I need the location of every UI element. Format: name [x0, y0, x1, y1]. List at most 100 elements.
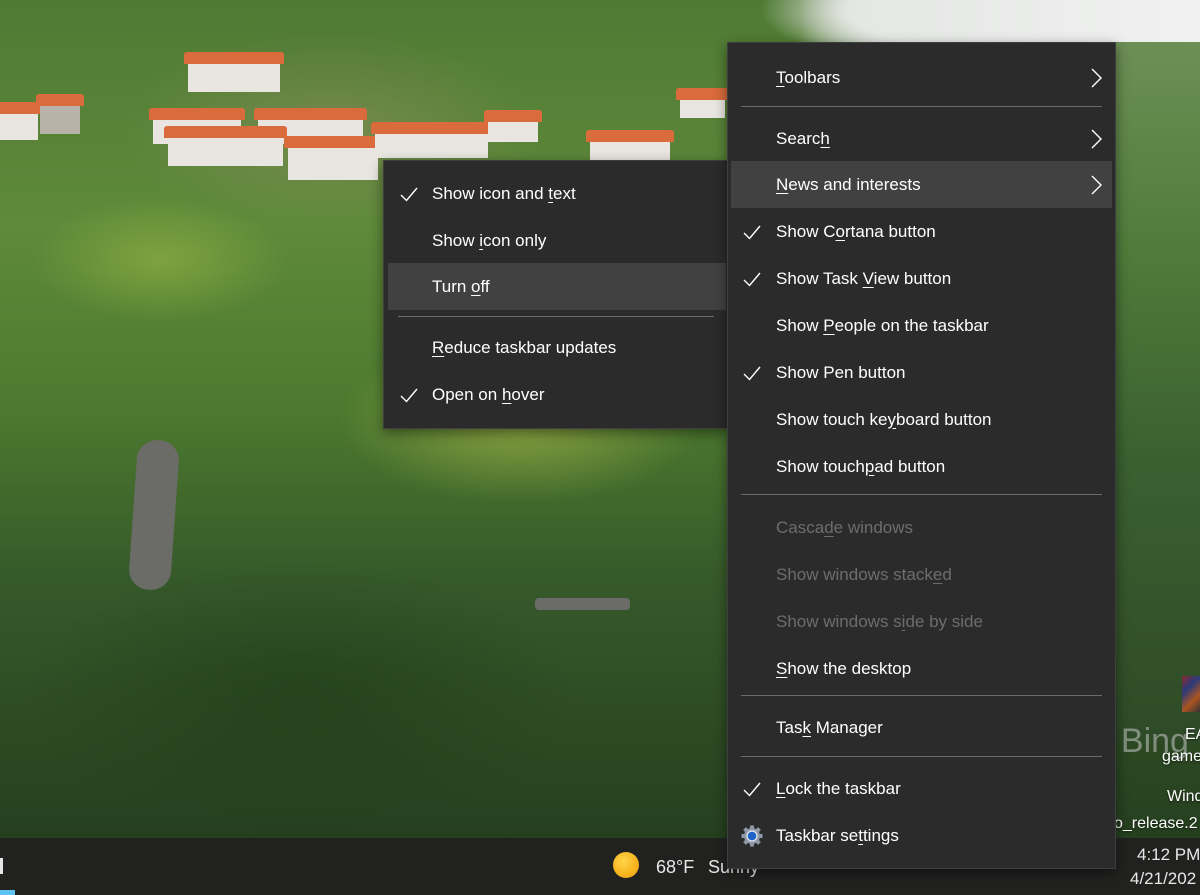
chevron-right-icon: [1089, 128, 1103, 150]
label-text: Show: [776, 315, 824, 335]
submenu-item-turn-off[interactable]: Turn off: [388, 263, 726, 310]
menu-item-label: Show Pen button: [776, 363, 905, 383]
menu-item-show-windows-side-by-side: Show windows side by side: [728, 598, 1115, 645]
menu-item-label: Search: [776, 129, 830, 149]
menu-item-label: Show windows side by side: [776, 612, 983, 632]
mnemonic-key: e: [932, 564, 943, 584]
label-text: Show icon and: [432, 183, 549, 203]
label-text: Tas: [776, 717, 803, 737]
menu-item-label: Taskbar settings: [776, 826, 899, 846]
submenu-item-show-icon-only[interactable]: Show icon only: [384, 217, 728, 264]
checkmark-icon: [741, 362, 763, 384]
menu-item-show-the-desktop[interactable]: Show the desktop: [728, 645, 1115, 692]
sun-icon[interactable]: [613, 852, 639, 878]
menu-item-toolbars[interactable]: Toolbars: [728, 54, 1115, 101]
checkmark-icon: [398, 384, 420, 406]
wallpaper-road: [535, 598, 630, 610]
menu-item-show-windows-stacked: Show windows stacked: [728, 551, 1115, 598]
label-text: eople on the taskbar: [834, 315, 989, 335]
menu-item-taskbar-settings[interactable]: Taskbar settings: [728, 812, 1115, 859]
label-text: ext: [552, 183, 576, 203]
menu-separator: [741, 756, 1102, 757]
menu-item-label: Toolbars: [776, 68, 840, 88]
label-text: tings: [862, 825, 899, 845]
mnemonic-key: S: [776, 658, 788, 678]
chevron-right-icon: [1089, 174, 1103, 196]
menu-item-task-manager[interactable]: Task Manager: [728, 704, 1115, 751]
label-text: board button: [896, 409, 992, 429]
label-text: Show touch: [776, 456, 865, 476]
wallpaper-house: [164, 126, 287, 166]
menu-item-label: Task Manager: [776, 718, 883, 738]
menu-item-label: Reduce taskbar updates: [432, 338, 616, 358]
checkmark-icon: [741, 778, 763, 800]
label-text: de by side: [905, 611, 983, 631]
label-text: rtana button: [845, 221, 936, 241]
menu-separator: [741, 106, 1102, 107]
menu-item-show-cortana-button[interactable]: Show Cortana button: [728, 208, 1115, 255]
menu-separator: [398, 316, 714, 317]
menu-item-search[interactable]: Search: [728, 115, 1115, 162]
mnemonic-key: V: [862, 268, 874, 288]
label-text: Taskbar se: [776, 825, 859, 845]
submenu-item-reduce-taskbar-updates[interactable]: Reduce taskbar updates: [384, 324, 728, 371]
mnemonic-key: d: [824, 517, 834, 537]
label-text: e windows: [833, 517, 914, 537]
menu-item-label: News and interests: [776, 175, 921, 195]
label-text: Show: [432, 230, 480, 250]
wallpaper-house: [284, 136, 382, 180]
label-text: Turn: [432, 276, 472, 296]
desktop-icon-label[interactable]: game: [1162, 748, 1200, 766]
menu-separator: [741, 494, 1102, 495]
weather-temperature[interactable]: 68°F: [656, 857, 694, 878]
menu-item-label: Show the desktop: [776, 659, 911, 679]
checkmark-icon: [741, 268, 763, 290]
clock-date[interactable]: 4/21/202: [1130, 869, 1196, 889]
label-text: educe taskbar updates: [444, 337, 617, 357]
checkmark-icon: [741, 221, 763, 243]
menu-item-label: Show Cortana button: [776, 222, 936, 242]
menu-item-label: Show windows stacked: [776, 565, 952, 585]
menu-item-label: Show icon only: [432, 231, 546, 251]
wallpaper-house: [0, 102, 42, 140]
menu-item-show-touchpad-button[interactable]: Show touchpad button: [728, 443, 1115, 490]
label-text: Searc: [776, 128, 821, 148]
menu-item-label: Show touch keyboard button: [776, 410, 991, 430]
wallpaper-road: [127, 438, 181, 592]
mnemonic-key: k: [802, 717, 811, 737]
menu-item-label: Show People on the taskbar: [776, 316, 989, 336]
menu-item-show-people-on-the-taskbar[interactable]: Show People on the taskbar: [728, 302, 1115, 349]
submenu-item-open-on-hover[interactable]: Open on hover: [384, 371, 728, 418]
submenu-item-show-icon-and-text[interactable]: Show icon and text: [384, 170, 728, 217]
wallpaper-house: [36, 94, 84, 134]
taskbar-accent: [0, 890, 15, 895]
label-text: Show Pen button: [776, 362, 906, 382]
desktop-icon-label[interactable]: EA: [1185, 726, 1200, 744]
mnemonic-key: y: [887, 409, 897, 429]
label-text: over: [511, 384, 545, 404]
menu-item-show-pen-button[interactable]: Show Pen button: [728, 349, 1115, 396]
menu-item-show-task-view-button[interactable]: Show Task View button: [728, 255, 1115, 302]
menu-item-show-touch-keyboard-button[interactable]: Show touch keyboard button: [728, 396, 1115, 443]
label-text: ock the taskbar: [785, 778, 901, 798]
menu-item-label: Turn off: [432, 277, 490, 297]
menu-item-label: Open on hover: [432, 385, 545, 405]
wallpaper-house: [371, 122, 434, 158]
mnemonic-key: T: [776, 67, 785, 87]
menu-item-lock-the-taskbar[interactable]: Lock the taskbar: [728, 765, 1115, 812]
label-text: ad button: [874, 456, 946, 476]
taskbar-left-edge: [0, 858, 3, 874]
label-text: Show Task: [776, 268, 863, 288]
mnemonic-key: o: [471, 276, 481, 296]
label-text: Show windows s: [776, 611, 902, 631]
menu-item-label: Show Task View button: [776, 269, 951, 289]
menu-item-label: Show touchpad button: [776, 457, 945, 477]
label-text: Open on: [432, 384, 502, 404]
desktop-app-icon[interactable]: [1182, 676, 1200, 712]
menu-item-news-and-interests[interactable]: News and interests: [731, 161, 1112, 208]
clock-time[interactable]: 4:12 PM: [1137, 845, 1200, 865]
menu-separator: [741, 695, 1102, 696]
news-and-interests-submenu: Show icon and text Show icon only Turn off…: [383, 160, 729, 429]
mnemonic-key: p: [864, 456, 875, 476]
label-text: ff: [480, 276, 490, 296]
